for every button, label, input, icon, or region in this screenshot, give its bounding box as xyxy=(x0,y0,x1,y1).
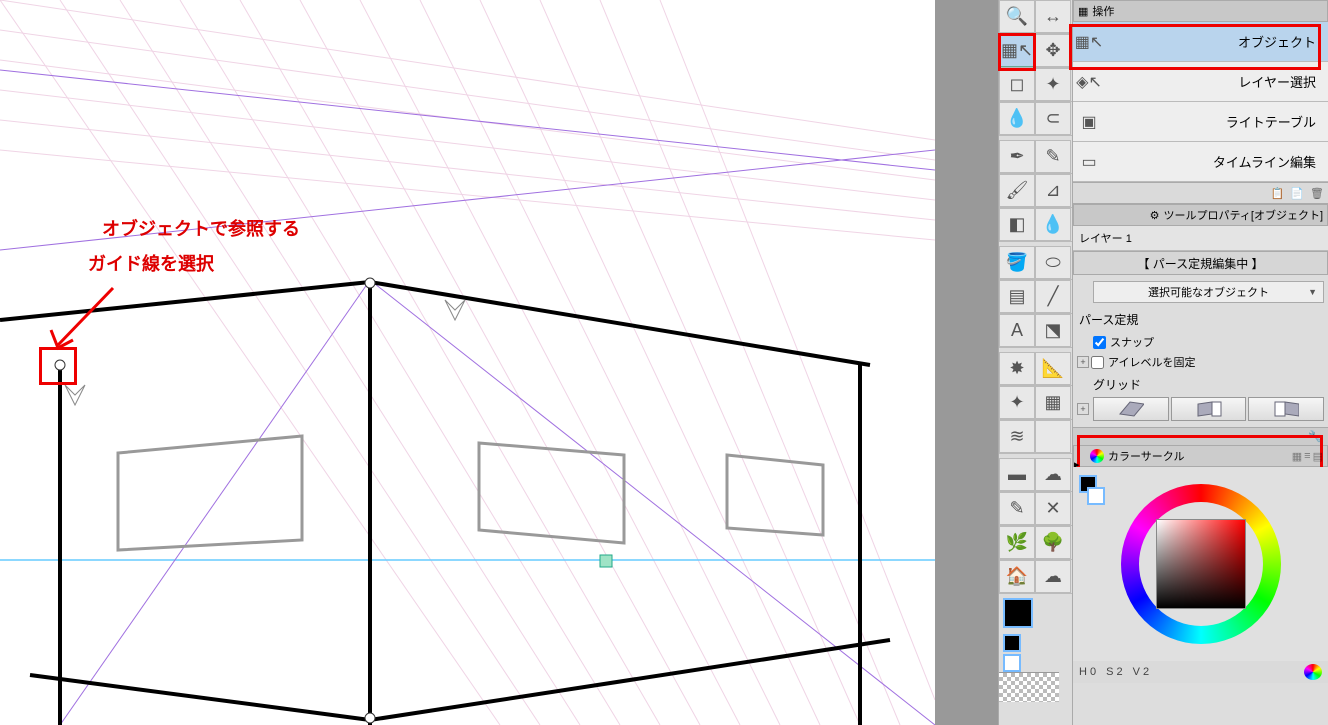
right-panel: ▦ 操作 ▦↖ オブジェクト ◈↖ レイヤー選択 ▣ ライトテーブル ▭ タイム… xyxy=(1073,0,1328,725)
tool-sparkle[interactable]: ✦ xyxy=(999,386,1035,419)
color-bg[interactable] xyxy=(1087,487,1105,505)
timeline-icon: ▭ xyxy=(1077,150,1101,174)
tool-crosscut[interactable]: ✕ xyxy=(1035,492,1071,525)
eyelevel-checkbox[interactable] xyxy=(1091,356,1104,369)
gear-icon: ⚙ xyxy=(1150,209,1160,222)
tool-pattern[interactable]: ▦ xyxy=(1035,386,1071,419)
subtool-action-bar: 📋 📄 🗑 xyxy=(1073,182,1328,204)
eyelevel-label: アイレベルを固定 xyxy=(1108,354,1195,370)
bg-chip[interactable] xyxy=(1003,654,1021,672)
transparency-swatch[interactable] xyxy=(999,672,1059,702)
tool-move[interactable]: ↔ xyxy=(1035,0,1071,33)
tool-balloon[interactable]: ⬔ xyxy=(1035,314,1071,347)
dropdown-label: 選択可能なオブジェクト xyxy=(1148,284,1269,300)
readout-h: H 0 xyxy=(1079,666,1096,678)
snap-checkbox[interactable] xyxy=(1093,336,1106,349)
operation-panel-title: 操作 xyxy=(1092,3,1114,19)
sv-square[interactable] xyxy=(1156,519,1246,609)
tool-airbrush[interactable]: ⊿ xyxy=(1035,174,1071,207)
tool-palette: 🔍↔ ▦↖✥ ◻✦ 💧⊂ ✒✎ 🖌⊿ ◧💧 🪣⬭ ▤╱ A⬔ ✸📐 ✦▦ ≋ ▬… xyxy=(998,0,1073,725)
grid-yz-button[interactable] xyxy=(1171,397,1247,421)
grid-xy-button[interactable] xyxy=(1093,397,1169,421)
tool-blend[interactable]: 💧 xyxy=(1035,208,1071,241)
tool-eyedropper[interactable]: 💧 xyxy=(999,102,1035,135)
copy-icon[interactable]: 📋 xyxy=(1271,187,1285,200)
readout-s: S 2 xyxy=(1106,666,1123,678)
grid-xz-button[interactable] xyxy=(1248,397,1324,421)
tool-eraser[interactable]: ◧ xyxy=(999,208,1035,241)
tool-tree[interactable]: 🌳 xyxy=(1035,526,1071,559)
tool-gradient-oval[interactable]: ⬭ xyxy=(1035,246,1071,279)
cube-icon: ▦ xyxy=(1078,5,1088,18)
color-readout: H 0 S 2 V 2 xyxy=(1073,661,1328,683)
grid-section-label: グリッド xyxy=(1073,372,1328,397)
annotation-line1: オブジェクトで参照する xyxy=(102,215,300,241)
tool-blank1[interactable] xyxy=(1035,420,1071,453)
tool-cloud[interactable]: ☁ xyxy=(1035,458,1071,491)
editing-status: 【 パース定規編集中 】 xyxy=(1073,251,1328,275)
tool-cloud2[interactable]: ☁ xyxy=(1035,560,1071,593)
tool-fill[interactable]: 🪣 xyxy=(999,246,1035,279)
annotation-line2: ガイド線を選択 xyxy=(88,250,214,276)
foreground-swatch[interactable] xyxy=(1003,598,1033,628)
fg-chip[interactable] xyxy=(1003,634,1021,652)
subtool-layer-label: レイヤー選択 xyxy=(1107,72,1324,91)
tool-effect[interactable]: ✸ xyxy=(999,352,1035,385)
canvas[interactable]: オブジェクトで参照する ガイド線を選択 xyxy=(0,0,935,725)
mode-toggle-icon[interactable] xyxy=(1304,664,1322,680)
tool-pen[interactable]: ✒ xyxy=(999,140,1035,173)
tool-plant[interactable]: 🌿 xyxy=(999,526,1035,559)
tool-ruler[interactable]: 📐 xyxy=(1035,352,1071,385)
light-table-icon: ▣ xyxy=(1077,110,1101,134)
palette-bars-icon[interactable]: ≡ xyxy=(1304,450,1310,463)
operation-panel-header[interactable]: ▦ 操作 xyxy=(1073,0,1328,22)
tool-pencil[interactable]: ✎ xyxy=(1035,140,1071,173)
subtool-timeline[interactable]: ▭ タイムライン編集 xyxy=(1073,142,1328,182)
trash-icon[interactable]: 🗑 xyxy=(1310,187,1324,200)
snap-label: スナップ xyxy=(1110,334,1154,350)
highlight-object-tool xyxy=(998,33,1036,71)
tool-gradient[interactable]: ▤ xyxy=(999,280,1035,313)
tool-property-header[interactable]: ▸ ⚙ ツールプロパティ[オブジェクト] xyxy=(1073,204,1328,226)
tool-line[interactable]: ╱ xyxy=(1035,280,1071,313)
expand-grid-icon[interactable]: + xyxy=(1077,403,1089,415)
tool-stream[interactable]: ≋ xyxy=(999,420,1035,453)
palette-set-icon[interactable]: ▤ xyxy=(1313,450,1323,463)
subtool-light-table[interactable]: ▣ ライトテーブル xyxy=(1073,102,1328,142)
tool-zoom[interactable]: 🔍 xyxy=(999,0,1035,33)
eyelevel-row[interactable]: + アイレベルを固定 xyxy=(1073,352,1328,372)
tool-transform[interactable]: ✥ xyxy=(1035,34,1071,67)
tool-correct[interactable]: ✎ xyxy=(999,492,1035,525)
tool-wand[interactable]: ✦ xyxy=(1035,68,1071,101)
ruler-section-label: パース定規 xyxy=(1073,307,1328,332)
tool-text[interactable]: A xyxy=(999,314,1035,347)
tool-brush[interactable]: 🖌 xyxy=(999,174,1035,207)
tool-lasso[interactable]: ⊂ xyxy=(1035,102,1071,135)
tool-marquee[interactable]: ◻ xyxy=(999,68,1035,101)
tool-building[interactable]: 🏠 xyxy=(999,560,1035,593)
highlight-object-subtool xyxy=(1069,24,1321,70)
tool-frame[interactable]: ▬ xyxy=(999,458,1035,491)
canvas-area: オブジェクトで参照する ガイド線を選択 xyxy=(0,0,998,725)
annotation-target-box xyxy=(39,347,77,385)
layer-name: レイヤー 1 xyxy=(1079,233,1132,245)
tool-property-title: ツールプロパティ[オブジェクト] xyxy=(1164,207,1323,223)
subtool-timeline-label: タイムライン編集 xyxy=(1107,152,1324,171)
expand-eyelevel-icon[interactable]: + xyxy=(1077,356,1089,368)
readout-v: V 2 xyxy=(1133,666,1150,678)
color-circle-body[interactable] xyxy=(1073,467,1328,661)
selectable-objects-dropdown[interactable]: 選択可能なオブジェクト xyxy=(1093,281,1324,303)
palette-grid-icon[interactable]: ▦ xyxy=(1292,450,1302,463)
layer-name-row: レイヤー 1 xyxy=(1073,226,1328,251)
subtool-light-label: ライトテーブル xyxy=(1107,112,1324,131)
grid-button-row: + xyxy=(1073,397,1328,427)
snap-row[interactable]: スナップ xyxy=(1073,332,1328,352)
new-icon[interactable]: 📄 xyxy=(1290,187,1304,200)
layer-arrow-icon: ◈↖ xyxy=(1077,70,1101,94)
